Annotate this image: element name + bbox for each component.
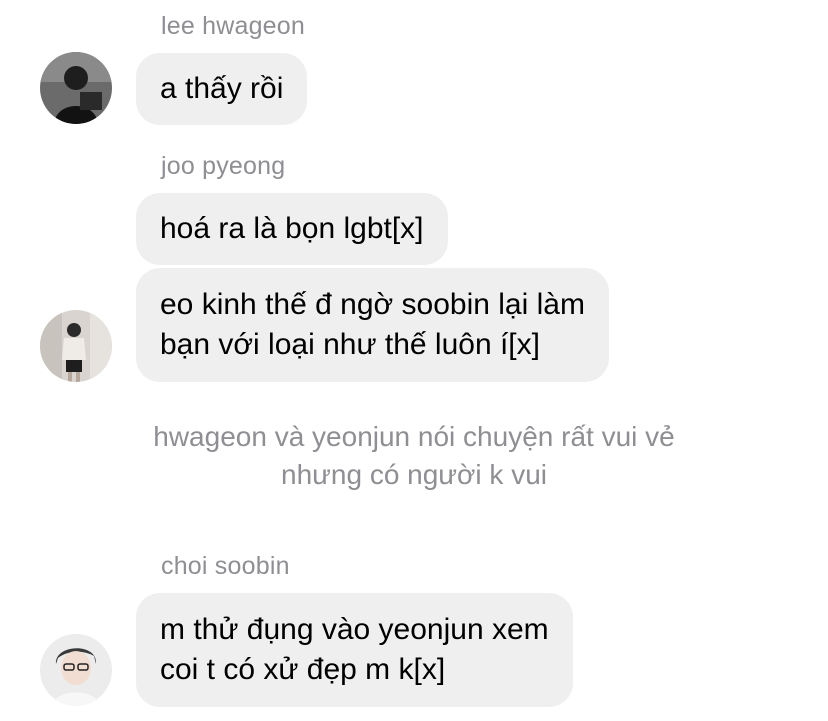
- system-notice-line: hwageon và yeonjun nói chuyện rất vui vẻ: [153, 421, 675, 452]
- message-bubble[interactable]: a thấy rồi: [136, 53, 308, 125]
- sender-name: joo pyeong: [161, 152, 286, 180]
- system-notice-line: nhưng có người k vui: [281, 459, 547, 490]
- avatar[interactable]: [40, 52, 112, 124]
- message-bubble[interactable]: hoá ra là bọn lgbt[x]: [136, 193, 448, 265]
- message-text-line: eo kinh thế đ ngờ soobin lại làm: [160, 288, 585, 321]
- message-text-line: bạn với loại như thế luôn í[x]: [160, 328, 540, 361]
- message-text: a thấy rồi: [160, 72, 284, 105]
- message-text: hoá ra là bọn lgbt[x]: [160, 212, 424, 245]
- profile-photo-icon: [40, 52, 112, 124]
- profile-photo-icon: [40, 310, 112, 382]
- avatar[interactable]: [40, 634, 112, 706]
- sender-name: choi soobin: [161, 552, 290, 580]
- avatar[interactable]: [40, 310, 112, 382]
- profile-photo-icon: [40, 634, 112, 706]
- system-notice: hwageon và yeonjun nói chuyện rất vui vẻ…: [0, 418, 828, 494]
- chat-thread: lee hwageon a thấy rồi joo pyeong hoá ra…: [0, 0, 828, 721]
- message-text-line: m thử đụng vào yeonjun xem: [160, 613, 549, 646]
- message-bubble[interactable]: m thử đụng vào yeonjun xem coi t có xử đ…: [136, 593, 573, 707]
- sender-name: lee hwageon: [161, 12, 305, 40]
- message-bubble[interactable]: eo kinh thế đ ngờ soobin lại làm bạn với…: [136, 268, 609, 382]
- message-text-line: coi t có xử đẹp m k[x]: [160, 653, 446, 686]
